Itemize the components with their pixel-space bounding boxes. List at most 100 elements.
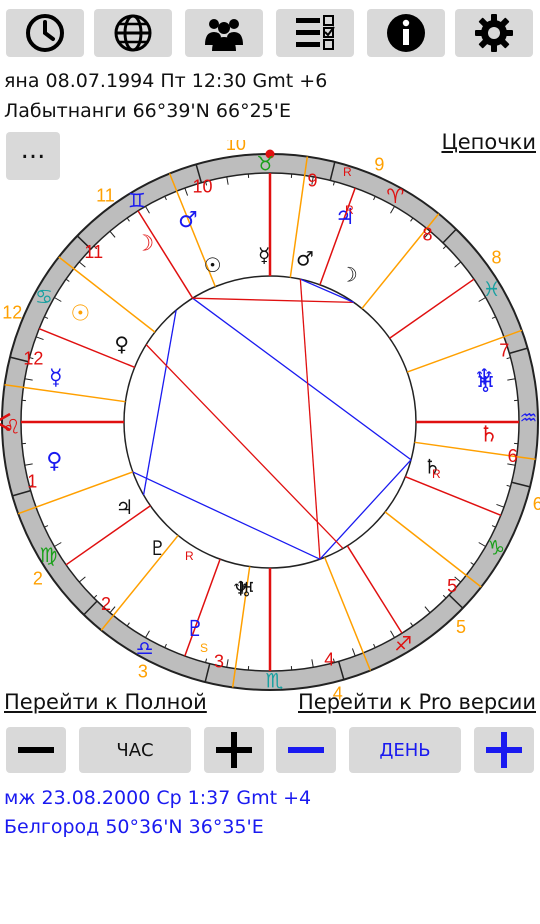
clock-button[interactable] — [6, 9, 84, 57]
house-number-transit: 9 — [374, 154, 384, 174]
degree-tick — [410, 217, 414, 222]
degree-tick — [424, 606, 431, 614]
house-number-natal: 6 — [508, 446, 518, 466]
pro-version-link[interactable]: Перейти к Pro версии — [298, 690, 536, 714]
house-number-transit: 5 — [456, 617, 466, 637]
degree-tick — [78, 261, 86, 268]
retrograde-marker: R — [345, 203, 354, 217]
degree-tick — [126, 217, 130, 222]
planet-natal: ♂ — [296, 247, 314, 271]
more-button[interactable]: ... — [6, 132, 60, 180]
house-number-natal: 3 — [214, 652, 224, 672]
planet-transit: ♇ — [185, 617, 205, 642]
degree-tick — [491, 525, 496, 528]
day-plus-button[interactable] — [474, 727, 534, 773]
house-cusp-transit — [100, 534, 179, 631]
house-cusp-transit — [384, 511, 482, 588]
clock-icon — [26, 14, 64, 52]
checklist-button[interactable] — [276, 9, 354, 57]
degree-tick — [311, 659, 314, 668]
chart-wheel[interactable]: 123456789101112123456789101112♈♉♊♋♌♍♎♏♐♑… — [0, 134, 540, 704]
degree-tick — [506, 484, 511, 487]
degree-tick — [351, 648, 356, 657]
zodiac-sign: ♉ — [257, 152, 275, 176]
house-cusp-natal — [405, 475, 502, 516]
degree-tick — [164, 196, 167, 201]
full-version-link[interactable]: Перейти к Полной — [4, 690, 207, 714]
zodiac-sign: ♎ — [136, 636, 154, 660]
house-number-transit: 11 — [96, 185, 115, 205]
degree-tick — [109, 230, 116, 238]
day-minus-button[interactable] — [276, 727, 336, 773]
house-cusp-natal — [389, 278, 475, 339]
info-icon — [387, 14, 425, 52]
plus-icon — [216, 732, 252, 768]
zodiac-sign: ♒ — [519, 405, 537, 429]
degree-tick — [35, 336, 44, 341]
house-number-natal: 1 — [27, 471, 37, 491]
minus-icon — [18, 747, 54, 753]
day-step-button[interactable]: ДЕНЬ — [349, 727, 461, 773]
degree-tick — [442, 245, 447, 250]
degree-tick — [496, 503, 505, 508]
zodiac-sign: ♋ — [35, 285, 53, 309]
zodiac-sign: ♏ — [266, 668, 284, 692]
zodiac-sign: ♓ — [483, 277, 501, 301]
house-number-transit: 8 — [492, 247, 502, 267]
planet-natal: ☽ — [340, 263, 358, 287]
zodiac-sign: ♊ — [128, 188, 146, 212]
degree-tick — [184, 187, 189, 196]
degree-tick — [442, 594, 447, 599]
gear-icon — [475, 14, 513, 52]
degree-tick — [507, 378, 516, 381]
degree-tick — [332, 181, 335, 186]
chart2-place: Белгород 50°36'N 36°35'E — [4, 816, 264, 838]
house-number-natal: 11 — [84, 242, 103, 262]
hour-minus-button[interactable] — [6, 727, 66, 773]
globe-button[interactable] — [94, 9, 172, 57]
planet-natal: ♆ — [232, 576, 250, 600]
planet-transit: ♆ — [474, 365, 494, 390]
astro-chart[interactable]: 123456789101112123456789101112♈♉♊♋♌♍♎♏♐♑… — [0, 134, 540, 704]
info-button[interactable] — [367, 9, 445, 57]
globe-icon — [114, 14, 152, 52]
planet-natal: ☉ — [204, 253, 222, 277]
retrograde-marker: R — [432, 467, 441, 481]
degree-tick — [78, 576, 86, 583]
house-number-natal: 5 — [447, 576, 457, 596]
zodiac-sign: ♑ — [487, 535, 505, 559]
minus-icon — [288, 747, 324, 753]
retrograde-marker: R — [185, 549, 194, 563]
settings-button[interactable] — [455, 9, 533, 57]
hour-step-button[interactable]: ЧАС — [79, 727, 191, 773]
degree-tick — [65, 278, 70, 282]
house-number-natal: 10 — [192, 176, 212, 196]
chart1-datetime: яна 08.07.1994 Пт 12:30 Gmt +6 — [4, 70, 328, 92]
planet-transit: ♄ — [479, 422, 499, 447]
checklist-icon — [296, 15, 335, 50]
degree-tick — [373, 643, 376, 648]
people-icon — [205, 19, 243, 51]
hour-plus-button[interactable] — [204, 727, 264, 773]
station-marker: S — [200, 641, 208, 655]
zodiac-sign: ♌ — [3, 415, 21, 439]
people-button[interactable] — [185, 9, 263, 57]
degree-tick — [226, 659, 229, 668]
degree-tick — [126, 622, 130, 627]
house-number-transit: 12 — [2, 303, 22, 323]
house-number-transit: 6 — [533, 494, 540, 514]
house-cusp-natal — [65, 505, 151, 566]
planet-transit: ☉ — [70, 302, 90, 327]
zodiac-sign: ♈ — [386, 184, 404, 208]
chains-link[interactable]: Цепочки — [441, 130, 536, 154]
planet-transit: ♀ — [46, 449, 62, 474]
planet-natal: ♇ — [149, 536, 167, 560]
retrograde-marker: R — [343, 165, 352, 179]
planet-natal: ♃ — [116, 495, 134, 519]
planet-natal: ♀ — [114, 332, 129, 356]
degree-tick — [491, 316, 496, 319]
toolbar — [0, 9, 540, 57]
degree-tick — [454, 261, 462, 268]
house-number-natal: 12 — [23, 349, 43, 369]
degree-tick — [44, 316, 49, 319]
